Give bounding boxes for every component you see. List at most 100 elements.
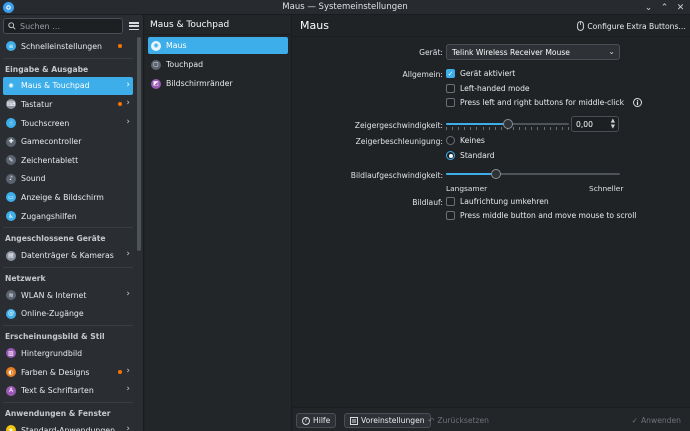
checkmark-icon: ✓ [631, 416, 638, 425]
search-input[interactable] [20, 21, 120, 31]
help-button[interactable]: ? Hilfe [296, 413, 337, 428]
sidebar-item-label: Farben & Designs [21, 367, 90, 377]
subpanel-title: Maus & Touchpad [145, 15, 291, 35]
spinner-arrows-icon[interactable]: ▲ ▼ [611, 118, 615, 130]
sidebar-item[interactable]: ♪ Sound [3, 170, 133, 189]
sidebar-scrollbar[interactable] [137, 37, 141, 251]
search-icon [8, 22, 16, 30]
middle-click-box [446, 98, 455, 107]
scroll-speed-min-label: Langsamer [446, 184, 488, 193]
search-field[interactable] [3, 18, 123, 34]
invert-scroll-label: Laufrichtung umkehren [460, 197, 549, 206]
sidebar-item-label: Text & Schriftarten [21, 386, 94, 396]
sidebar-item[interactable]: ◐ Farben & Designs › [3, 363, 133, 382]
left-handed-label: Left-handed mode [460, 84, 530, 93]
sidebar-item-label: Zeichentablett [21, 155, 79, 165]
sidebar-item[interactable]: ≡ Schnelleinstellungen [3, 37, 133, 56]
sidebar-item-label: Touchscreen [21, 118, 70, 128]
font-icon: A [6, 385, 16, 396]
sidebar-item-label: Zugangshilfen [21, 211, 77, 221]
window-titlebar: Maus — Systemeinstellungen ⌄ ⌃ ✕ [0, 0, 690, 15]
sidebar-item[interactable]: A Text & Schriftarten › [3, 381, 133, 400]
sidebar-item[interactable]: @ Online-Zugänge [3, 305, 133, 324]
pointer-speed-value: 0,00 [576, 119, 593, 129]
screen-edges-icon: ◩ [151, 78, 161, 89]
invert-scroll-checkbox[interactable]: Laufrichtung umkehren [446, 197, 549, 206]
acceleration-standard-label: Standard [460, 151, 495, 160]
hamburger-menu-icon[interactable] [128, 20, 140, 32]
star-icon: ★ [6, 425, 16, 431]
maximize-icon[interactable]: ⌃ [659, 2, 670, 13]
pointer-speed-slider[interactable] [446, 119, 569, 130]
middle-scroll-box [446, 211, 455, 220]
apply-button[interactable]: ✓ Anwenden [626, 413, 687, 428]
middle-button-scroll-label: Press middle button and move mouse to sc… [460, 211, 637, 220]
sidebar-item-label: WLAN & Internet [21, 290, 87, 300]
info-icon[interactable]: i [632, 98, 642, 107]
acceleration-standard-radio[interactable]: Standard [446, 151, 495, 160]
acceleration-label: Zeigerbeschleunigung: [355, 137, 443, 146]
scroll-speed-label: Bildlaufgeschwindigkeit: [350, 171, 443, 180]
scroll-speed-slider[interactable] [446, 169, 620, 179]
subpanel-item[interactable]: ◩ Bildschirmränder [148, 75, 288, 92]
configure-extra-buttons-button[interactable]: Configure Extra Buttons… [577, 19, 686, 33]
middle-button-scroll-checkbox[interactable]: Press middle button and move mouse to sc… [446, 211, 636, 220]
chevron-right-icon: › [126, 98, 130, 109]
pointer-speed-spinbox[interactable]: 0,00 ▲ ▼ [571, 116, 619, 132]
mouse-icon [577, 21, 585, 31]
scroll-speed-max-label: Schneller [589, 184, 624, 193]
sidebar-item[interactable]: ▭ Anzeige & Bildschirm [3, 188, 133, 207]
close-icon[interactable]: ✕ [675, 2, 686, 13]
acceleration-none-label: Keines [460, 136, 485, 145]
device-label: Gerät: [419, 48, 443, 57]
checkmark-icon: ✓ [446, 69, 455, 78]
notification-dot [118, 44, 122, 48]
sidebar-item-label: Sound [21, 174, 46, 184]
sidebar-item[interactable]: ⌨ Tastatur › [3, 95, 133, 114]
sidebar-item[interactable]: ▤ Datenträger & Kameras › [3, 246, 133, 265]
scroll-speed-fill [446, 173, 497, 175]
defaults-button[interactable]: Voreinstellungen [344, 413, 431, 428]
sidebar-item[interactable]: ♿ Zugangshilfen [3, 207, 133, 226]
reset-button-label: Zurücksetzen [437, 416, 489, 425]
sidebar-item[interactable]: ✚ Gamecontroller [3, 132, 133, 151]
subpanel-item-label: Bildschirmränder [166, 79, 233, 88]
sidebar-section-header: Angeschlossene Geräte [5, 234, 106, 244]
sidebar-item[interactable]: ✎ Zeichentablett [3, 151, 133, 170]
sidebar-item[interactable]: ◉ Maus & Touchpad › [3, 76, 133, 96]
window-title: Maus — Systemeinstellungen [282, 2, 408, 12]
slider-handle[interactable] [491, 169, 502, 179]
left-handed-box [446, 84, 455, 93]
subpanel-item[interactable]: ◉ Maus [148, 37, 288, 54]
display-icon: ▭ [6, 192, 16, 203]
sidebar-item-label: Hintergrundbild [21, 348, 83, 358]
device-enabled-checkbox[interactable]: ✓ Gerät aktiviert [446, 69, 515, 78]
undo-icon: ↶ [428, 416, 435, 425]
notification-dot [118, 369, 122, 374]
mouse-icon: ◉ [151, 40, 161, 51]
middle-click-emulation-checkbox[interactable]: Press left and right buttons for middle-… [446, 98, 642, 107]
reset-button[interactable]: ↶ Zurücksetzen [422, 413, 495, 428]
acceleration-none-radio[interactable]: Keines [446, 136, 485, 145]
sidebar-item-label: Gamecontroller [21, 137, 82, 147]
minimize-icon[interactable]: ⌄ [643, 2, 654, 13]
pointer-speed-fill [446, 123, 508, 125]
help-button-label: Hilfe [313, 416, 331, 425]
middle-click-label: Press left and right buttons for middle-… [460, 98, 624, 107]
sidebar-item[interactable]: ★ Standard-Anwendungen › [3, 421, 133, 431]
invert-scroll-box [446, 197, 455, 206]
subpanel-item[interactable]: ▢ Touchpad [148, 56, 288, 73]
sidebar-item[interactable]: ☝ Touchscreen › [3, 114, 133, 133]
chevron-right-icon: › [126, 288, 130, 299]
scrolling-label: Bildlauf: [412, 198, 443, 207]
left-handed-checkbox[interactable]: Left-handed mode [446, 84, 530, 93]
page-title: Maus [300, 19, 329, 32]
sidebar-section-header: Netzwerk [5, 273, 46, 283]
slider-handle[interactable] [502, 119, 513, 129]
sidebar-item-label: Online-Zugänge [21, 309, 84, 319]
tablet-icon: ✎ [6, 155, 16, 166]
sidebar-item[interactable]: ≋ WLAN & Internet › [3, 286, 133, 305]
general-label: Allgemein: [402, 70, 443, 79]
sidebar-item[interactable]: ▨ Hintergrundbild [3, 344, 133, 363]
device-select[interactable]: Telink Wireless Receiver Mouse ⌄ [446, 44, 620, 60]
